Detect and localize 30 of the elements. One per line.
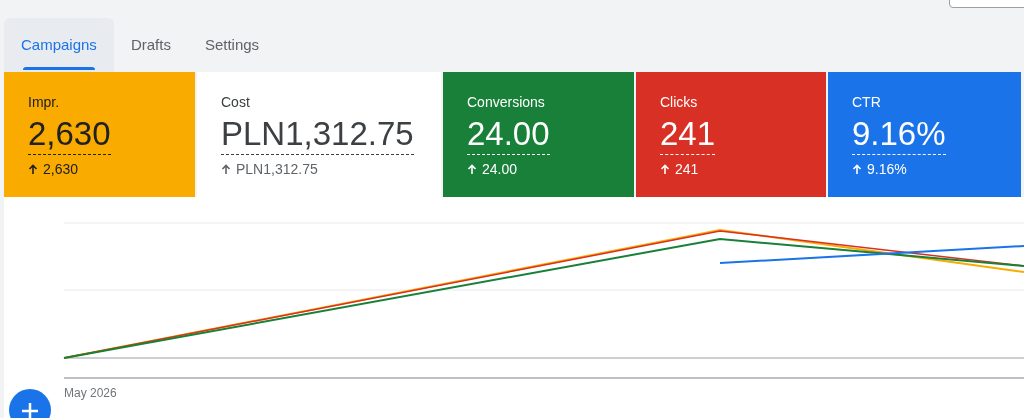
tab[interactable]: Drafts: [113, 18, 188, 72]
up-arrow-icon: [28, 164, 38, 176]
up-arrow-icon: [660, 164, 670, 176]
metric-value: 2,630: [28, 116, 111, 156]
axis-label: May 2026: [64, 385, 117, 402]
metric-label: Conversions: [467, 93, 545, 112]
up-arrow-icon: [467, 164, 477, 176]
metric-change: 9.16%: [867, 160, 907, 180]
metric-tile[interactable]: Impr. 2,630 2,630: [4, 72, 195, 197]
metric-label: CTR: [852, 93, 881, 112]
metric-tile[interactable]: Clicks 241 241: [636, 72, 826, 197]
metric-label: Cost: [221, 93, 250, 112]
metric-change: 2,630: [43, 160, 79, 180]
plus-icon: [20, 400, 40, 418]
metric-label: Impr.: [28, 93, 60, 112]
metric-change: 241: [675, 160, 699, 180]
metric-label: Clicks: [660, 93, 698, 112]
metric-change: PLN1,312.75: [236, 160, 318, 180]
up-arrow-icon: [221, 164, 231, 176]
tab[interactable]: Campaigns: [4, 18, 114, 72]
tab[interactable]: Settings: [187, 18, 277, 72]
up-arrow-icon: [852, 164, 862, 176]
metric-tile[interactable]: Cost PLN1,312.75 PLN1,312.75: [197, 72, 441, 197]
metric-value: 241: [660, 116, 716, 156]
metric-tile[interactable]: CTR 9.16% 9.16%: [828, 72, 1021, 197]
metric-value: 9.16%: [852, 116, 946, 156]
metric-change: 24.00: [482, 160, 518, 180]
metric-tile[interactable]: Conversions 24.00 24.00: [443, 72, 634, 197]
metric-value: PLN1,312.75: [221, 116, 414, 156]
metric-value: 24.00: [467, 116, 550, 156]
